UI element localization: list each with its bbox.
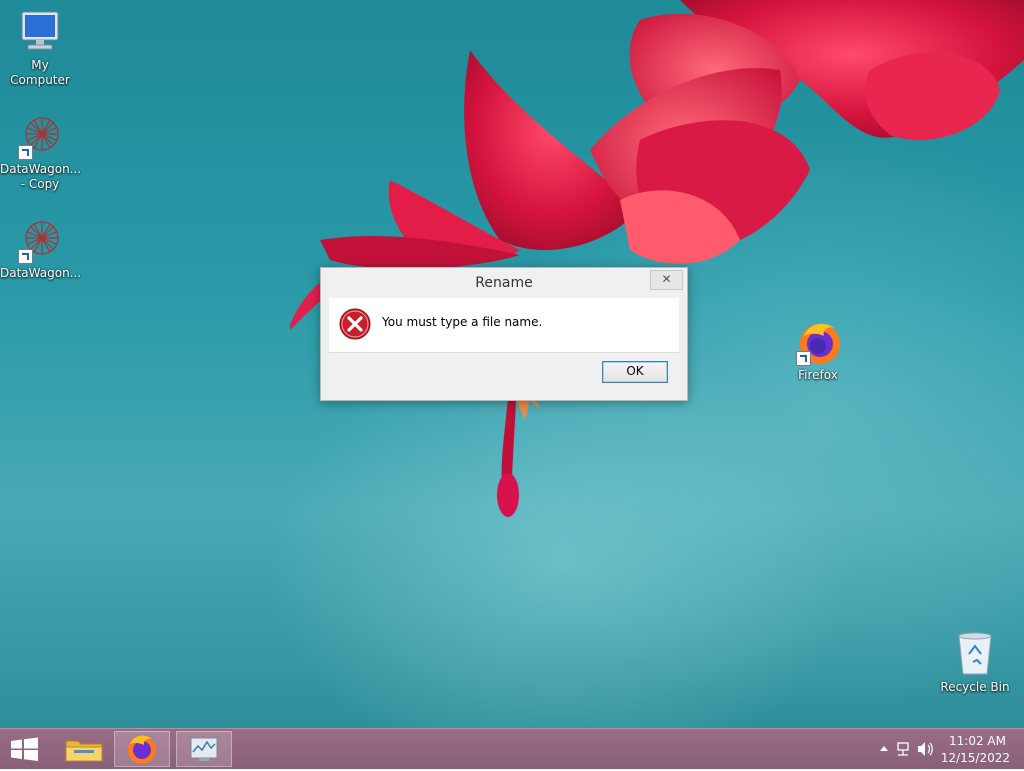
shortcut-arrow-icon [18, 249, 33, 264]
error-icon [339, 308, 371, 340]
taskbar-firefox-button[interactable] [114, 731, 170, 767]
shortcut-arrow-icon [18, 145, 33, 160]
desktop-icon-label: DataWagon... - Copy [0, 162, 82, 191]
show-hidden-icons-icon [880, 746, 888, 751]
ok-button[interactable]: OK [602, 361, 668, 383]
desktop-icon-label: Firefox [798, 368, 838, 382]
desktop-icon-my-computer[interactable]: My Computer [0, 8, 80, 88]
dialog-message: You must type a file name. [382, 315, 543, 329]
folder-icon [65, 740, 103, 762]
dialog-title: Rename [475, 275, 533, 291]
firefox-icon [794, 318, 842, 366]
windows-logo-icon [11, 737, 38, 761]
desktop-icon-label: DataWagon... [0, 266, 82, 280]
clock-time[interactable]: 11:02 AM [949, 734, 1006, 748]
network-icon [897, 742, 909, 756]
taskbar: 11:02 AM 12/15/2022 [0, 728, 1024, 769]
desktop-icon-firefox[interactable]: Firefox [778, 318, 858, 383]
desktop-icon-label: My Computer [10, 58, 70, 87]
dialog-footer: OK [329, 353, 679, 391]
volume-icon [918, 742, 933, 756]
dialog-titlebar[interactable]: Rename ✕ [321, 268, 687, 298]
monitor-icon [190, 737, 218, 761]
start-button[interactable] [0, 731, 50, 767]
taskbar-file-explorer-button[interactable] [56, 731, 112, 767]
firefox-icon [128, 735, 156, 764]
system-tray: 11:02 AM 12/15/2022 [864, 729, 1024, 769]
desktop-icon-datawagon[interactable]: DataWagon... [0, 216, 82, 281]
taskbar-resource-monitor-button[interactable] [176, 731, 232, 767]
close-icon: ✕ [661, 272, 672, 286]
desktop-icon-datawagon-copy[interactable]: DataWagon... - Copy [0, 112, 82, 192]
desktop-icon-recycle-bin[interactable]: Recycle Bin [935, 630, 1015, 695]
desktop-icon-label: Recycle Bin [940, 680, 1010, 694]
rename-dialog: Rename ✕ You must type a file name. OK [320, 267, 688, 401]
recycle-bin-icon [951, 630, 999, 678]
dialog-body: You must type a file name. [329, 298, 679, 353]
clock-date[interactable]: 12/15/2022 [941, 751, 1010, 765]
desktop: My Computer DataWagon... - Copy DataWago… [0, 0, 1024, 728]
datawagon-icon [16, 216, 64, 264]
computer-icon [16, 8, 64, 56]
tray-icons [880, 742, 933, 756]
datawagon-icon [16, 112, 64, 160]
shortcut-arrow-icon [796, 351, 811, 366]
close-button[interactable]: ✕ [650, 270, 683, 290]
